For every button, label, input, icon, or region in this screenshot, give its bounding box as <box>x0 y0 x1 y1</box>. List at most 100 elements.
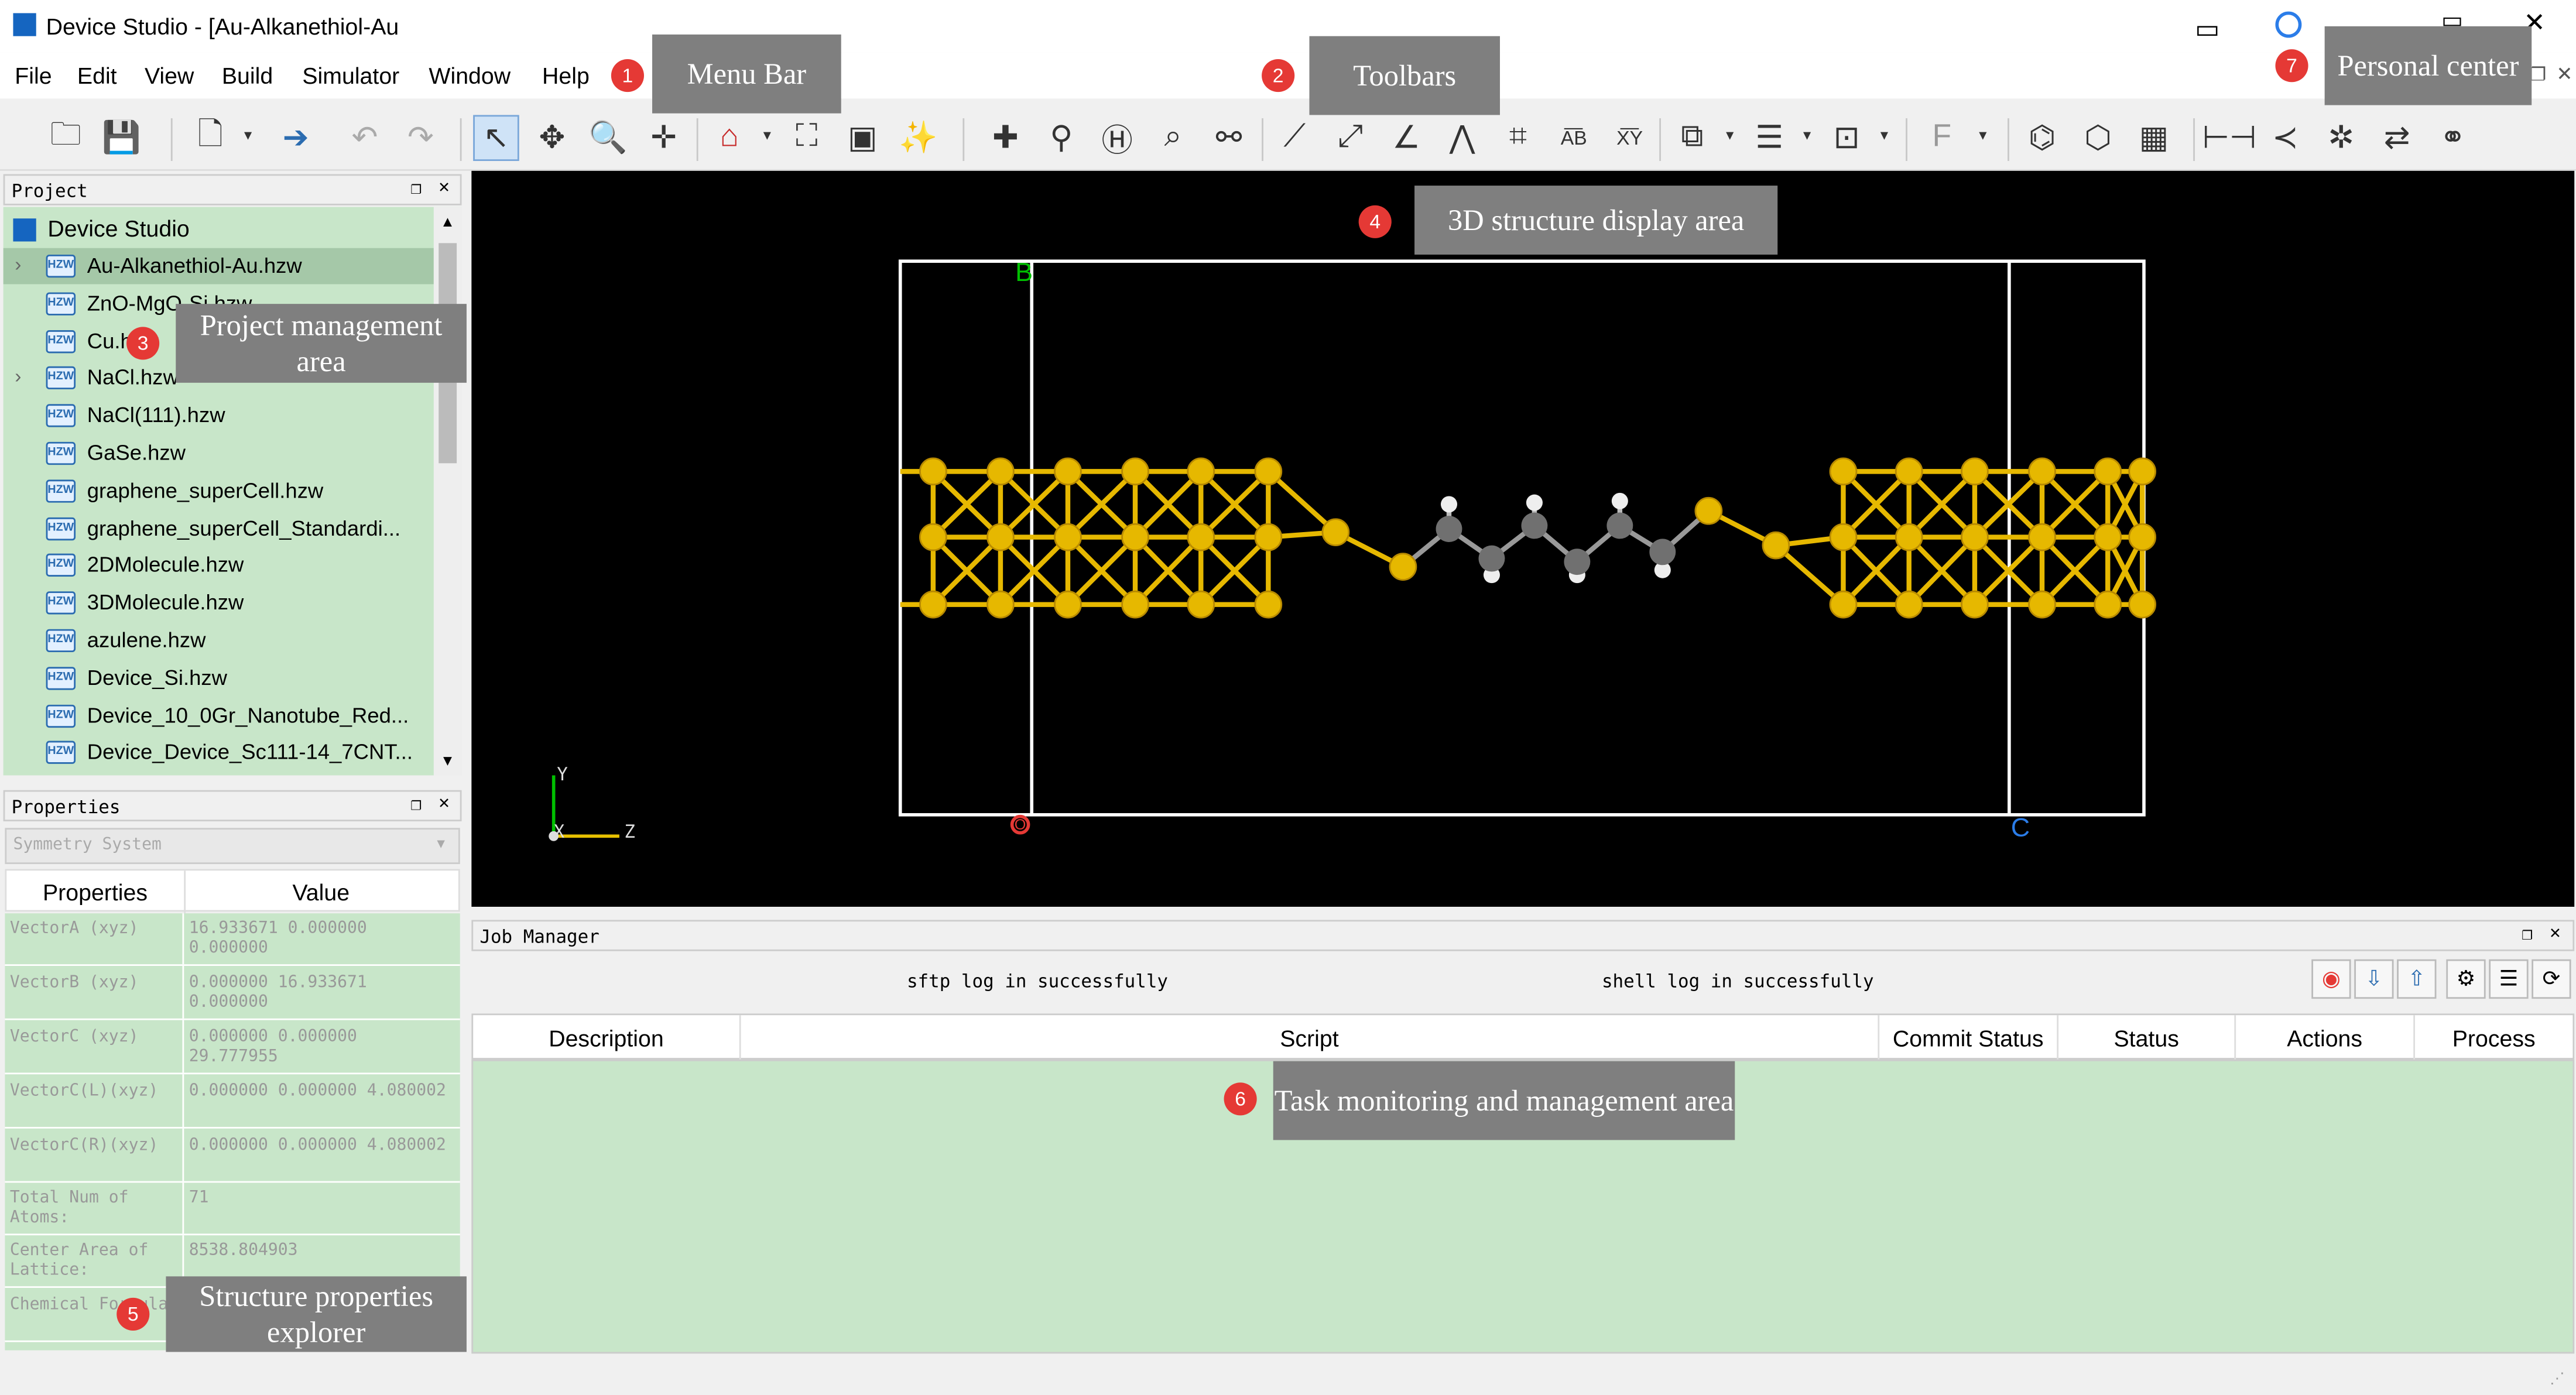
rotate-icon[interactable]: ✥ <box>529 115 576 161</box>
au-atom <box>2094 590 2122 619</box>
translate-icon[interactable]: ✛ <box>640 115 687 161</box>
bond-tool-icon[interactable]: ⚯ <box>1206 115 1252 161</box>
link-icon[interactable]: ⚭ <box>2430 115 2476 161</box>
col-status: Status <box>2058 1015 2236 1061</box>
angle-icon[interactable]: ∠ <box>1383 115 1430 161</box>
project-file-item[interactable]: HZW NaCl(111).hzw <box>4 398 434 434</box>
download-job-icon[interactable]: ⇩ <box>2354 959 2394 999</box>
project-file-item[interactable]: HZW Device_Device_Sc111-14_7CNT... <box>4 735 434 771</box>
dropdown-arrow-icon[interactable]: ▼ <box>1724 128 1736 143</box>
measure-icon[interactable]: ⟋ <box>1272 115 1318 161</box>
scroll-up-icon[interactable]: ▲ <box>440 214 455 230</box>
add-hydrogen-icon[interactable]: Ⓗ <box>1094 115 1140 161</box>
project-file-item[interactable]: HZW graphene_superCell.hzw <box>4 473 434 509</box>
select-pointer-icon[interactable]: ↖ <box>473 115 519 161</box>
layer-icon[interactable]: ☰ <box>1746 115 1793 161</box>
settings-gear-icon[interactable]: ⚙ <box>2446 959 2486 999</box>
expand-chevron-icon[interactable]: › <box>15 253 21 276</box>
au-atom <box>1187 457 1215 486</box>
menu-help[interactable]: Help <box>542 63 590 89</box>
upload-job-icon[interactable]: ⇧ <box>2397 959 2437 999</box>
au-atom <box>2094 523 2122 551</box>
menu-file[interactable]: File <box>15 63 52 89</box>
project-file-item[interactable]: HZW Device_10_0Gr_Nanotube_Red... <box>4 697 434 734</box>
cell-icon[interactable]: ⌗ <box>1495 115 1542 161</box>
menu-edit[interactable]: Edit <box>77 63 117 89</box>
bond-length-icon[interactable]: A͞B <box>1551 115 1597 161</box>
screenshot-icon[interactable]: ▣ <box>840 115 886 161</box>
dropdown-arrow-icon[interactable]: ▼ <box>761 128 773 143</box>
tree-root[interactable]: Device Studio <box>4 210 434 246</box>
dropdown-arrow-icon[interactable]: ▼ <box>1976 128 1989 143</box>
panel-close-icon[interactable]: ✕ <box>2556 63 2572 85</box>
hzw-file-icon: HZW <box>46 329 76 353</box>
c-atom <box>1436 516 1462 543</box>
property-key: VectorC(R)(xyz) <box>9 1136 159 1154</box>
close-panel-icon[interactable]: ✕ <box>2550 921 2561 942</box>
dropdown-arrow-icon[interactable]: ▼ <box>241 128 254 143</box>
float-panel-icon[interactable]: ❐ <box>2522 923 2533 944</box>
s-atom <box>1694 496 1723 525</box>
supercell-icon[interactable]: ⧉ <box>1669 115 1715 161</box>
open-folder-icon[interactable]: 🗀 <box>43 115 89 161</box>
project-file-item[interactable]: › HZW Au-Alkanethiol-Au.hzw <box>3 248 434 285</box>
transport-icon[interactable]: ⇄ <box>2374 115 2420 161</box>
distance-icon[interactable]: ⤢ <box>1327 115 1373 161</box>
structure-canvas[interactable] <box>471 171 2574 907</box>
close-panel-icon[interactable]: ✕ <box>439 176 450 197</box>
hzw-file-icon: HZW <box>46 441 76 465</box>
mirror-icon[interactable]: ⋀ <box>1439 115 1485 161</box>
project-file-item[interactable]: HZW 3DMolecule.hzw <box>4 585 434 622</box>
surface-icon[interactable]: ⊡ <box>1824 115 1870 161</box>
force-icon[interactable]: F <box>1919 115 1965 161</box>
device-icon[interactable]: ⊢⊣ <box>2202 115 2256 161</box>
network-icon[interactable]: ✲ <box>2318 115 2364 161</box>
symmetry-dropdown-value: Symmetry System <box>13 836 162 855</box>
menu-window[interactable]: Window <box>429 63 511 89</box>
project-file-item[interactable]: HZW graphene_superCell_Standardi... <box>4 510 434 547</box>
close-panel-icon[interactable]: ✕ <box>439 792 450 813</box>
user-avatar-icon[interactable] <box>2275 11 2302 38</box>
submit-job-icon[interactable]: ◉ <box>2311 959 2351 999</box>
home-view-icon[interactable]: ⌂ <box>707 115 753 161</box>
project-file-item[interactable]: HZW 2DMolecule.hzw <box>4 548 434 584</box>
molecule-icon[interactable]: ⌬ <box>2019 115 2065 161</box>
search-atom-icon[interactable]: ⌕ <box>1150 115 1196 161</box>
fit-view-icon[interactable]: ⛶ <box>784 115 830 161</box>
scroll-down-icon[interactable]: ▼ <box>440 752 455 769</box>
callout-properties-explorer: Structure properties explorer <box>166 1276 467 1352</box>
au-atom <box>2128 457 2157 486</box>
redo-icon[interactable]: ↷ <box>398 115 444 161</box>
save-icon[interactable]: 💾 <box>98 115 145 161</box>
symmetry-dropdown[interactable]: Symmetry System ▼ <box>5 828 460 865</box>
add-bond-icon[interactable]: ⚲ <box>1038 115 1084 161</box>
undo-icon[interactable]: ↶ <box>342 115 388 161</box>
float-panel-icon[interactable]: ❐ <box>411 177 422 198</box>
resize-grip-icon[interactable]: ⋰ <box>2550 1370 2564 1388</box>
panel-restore-icon[interactable]: ❐ <box>2530 64 2546 85</box>
project-file-item[interactable]: HZW azulene.hzw <box>4 623 434 659</box>
project-file-item[interactable]: HZW Device_Si.hzw <box>4 660 434 696</box>
crystal-icon[interactable]: ⬡ <box>2075 115 2121 161</box>
message-icon[interactable]: ▭ <box>2195 13 2219 46</box>
dropdown-arrow-icon[interactable]: ▼ <box>1878 128 1890 143</box>
zoom-icon[interactable]: 🔍 <box>585 115 631 161</box>
new-file-icon[interactable]: 🗋 <box>187 115 234 161</box>
add-atom-icon[interactable]: ✚ <box>982 115 1029 161</box>
menu-build[interactable]: Build <box>222 63 273 89</box>
share-icon[interactable]: ≺ <box>2262 115 2308 161</box>
lattice-grid-icon[interactable]: ▦ <box>2131 115 2177 161</box>
3d-viewer[interactable]: B O C Y X Z <box>471 170 2575 907</box>
project-file-item[interactable]: HZW GaSe.hzw <box>4 436 434 472</box>
expand-chevron-icon[interactable]: › <box>15 365 21 388</box>
magic-wand-icon[interactable]: ✨ <box>895 115 941 161</box>
menu-view[interactable]: View <box>145 63 194 89</box>
dropdown-arrow-icon[interactable]: ▼ <box>1801 128 1814 143</box>
queue-icon[interactable]: ☰ <box>2489 959 2529 999</box>
project-scrollbar[interactable]: ▲ ▼ <box>433 207 462 776</box>
float-panel-icon[interactable]: ❐ <box>411 793 422 814</box>
menu-simulator[interactable]: Simulator <box>302 63 399 89</box>
torsion-icon[interactable]: X͞Y <box>1606 115 1653 161</box>
refresh-icon[interactable]: ⟳ <box>2532 959 2571 999</box>
import-icon[interactable]: ➔ <box>273 115 319 161</box>
